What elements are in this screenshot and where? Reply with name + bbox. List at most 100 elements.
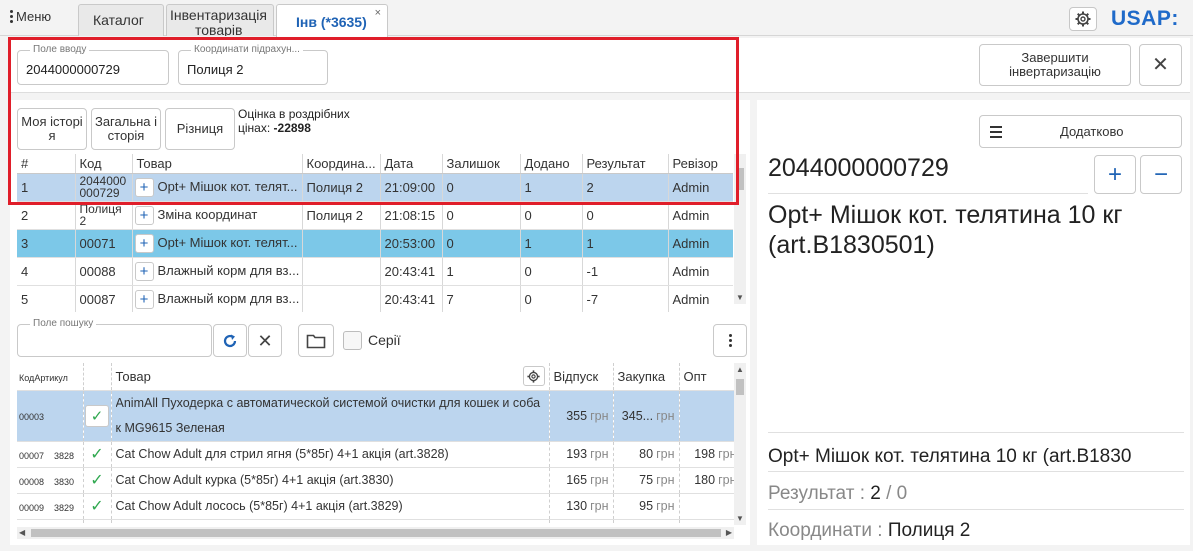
col-cat-purchase[interactable]: Закупка xyxy=(613,363,680,391)
row-auditor: Admin xyxy=(668,201,733,230)
search-label: Поле пошуку xyxy=(30,318,97,329)
result-label: Результат : xyxy=(768,483,871,504)
list-item[interactable]: 00007 3828 ✓ Cat Chow Adult для стрил ягня … xyxy=(17,441,734,468)
row-product: Влажный корм для вз... xyxy=(157,262,300,278)
col-cat-release[interactable]: Відпуск xyxy=(549,363,614,391)
catalog-hscroll-thumb[interactable] xyxy=(31,529,721,537)
folder-button[interactable] xyxy=(298,324,334,357)
history-header-row: # Код Товар Координа... Дата Залишок Дод… xyxy=(17,154,733,174)
history-scrollbar[interactable]: ▼ xyxy=(734,154,746,304)
more-button[interactable]: Додатково xyxy=(979,115,1182,148)
history-scroll-thumb[interactable] xyxy=(736,168,744,190)
coords-field[interactable]: Координати підрахун... Полиця 2 xyxy=(178,44,328,85)
menu-button[interactable]: Меню xyxy=(10,9,51,24)
general-history-button[interactable]: Загальна і сторія xyxy=(91,108,161,150)
tab-inventory[interactable]: Інвентаризація товарів xyxy=(166,4,274,36)
row-result: 0 xyxy=(582,201,669,230)
column-settings-button[interactable] xyxy=(522,366,545,386)
table-row[interactable]: 3 00071 + Opt+ Мішок кот. телят... 20:53:00 0… xyxy=(17,229,733,258)
scroll-left-icon[interactable]: ◀ xyxy=(19,528,25,537)
decrement-button[interactable]: − xyxy=(1140,155,1182,194)
row-cat-name-2: к MG9615 Зеленая xyxy=(115,420,225,435)
tab-inv-3635[interactable]: Інв (*3635) × xyxy=(276,4,388,37)
col-cat-product[interactable]: Товар xyxy=(116,369,151,384)
row-cat-article: 3828 xyxy=(54,450,75,461)
product-short: Opt+ Мішок кот. телятина 10 кг (art.B183… xyxy=(768,446,1132,467)
col-result[interactable]: Результат xyxy=(582,154,669,174)
col-auditor[interactable]: Ревізор xyxy=(668,154,733,174)
row-result: -7 xyxy=(582,285,669,312)
row-product: Влажный корм для вз... xyxy=(157,290,300,306)
increment-button[interactable]: + xyxy=(1094,155,1136,194)
list-item[interactable]: FELIX Fantastic (Фелікс Фантастік) 3 трі… xyxy=(17,519,734,525)
table-row[interactable]: 4 00088 + Влажный корм для вз... 20:43:41 1 0-… xyxy=(17,257,733,286)
row-num: 1 xyxy=(17,173,76,202)
search-field[interactable]: Поле пошуку xyxy=(17,318,212,357)
table-row[interactable]: 5 00087 + Влажный корм для вз... 20:43:41 7 0-… xyxy=(17,285,733,312)
row-opt: 198 xyxy=(694,447,716,461)
col-date[interactable]: Дата xyxy=(380,154,443,174)
table-row[interactable]: 1 2044000 000729 + Opt+ Мішок кот. телят... П… xyxy=(17,173,733,202)
series-checkbox[interactable] xyxy=(343,331,362,350)
add-plus-button[interactable]: + xyxy=(134,205,154,225)
kebab-icon xyxy=(728,334,732,347)
scroll-up-icon[interactable]: ▲ xyxy=(736,365,744,374)
col-code[interactable]: Код xyxy=(75,154,133,174)
list-item[interactable]: 00003 ✓ AnimAll Пуходерка с автоматической… xyxy=(17,390,734,442)
tab-inventory-label: Інвентаризація xyxy=(170,7,267,23)
row-added: 0 xyxy=(520,257,583,286)
row-date: 21:09:00 xyxy=(380,173,443,202)
col-cat-article[interactable]: Артикул xyxy=(34,373,68,383)
gear-icon xyxy=(527,369,540,383)
divider xyxy=(768,471,1184,472)
usap-logo: USAP: xyxy=(1111,7,1179,30)
row-code: Полиця xyxy=(79,202,122,216)
coords-value: Полиця 2 xyxy=(887,520,971,541)
plus-icon: + xyxy=(1107,160,1122,188)
scroll-right-icon[interactable]: ▶ xyxy=(726,528,732,537)
input-field[interactable]: Поле вводу 2044000000729 xyxy=(17,44,169,85)
add-plus-button[interactable]: + xyxy=(134,261,154,281)
check-icon[interactable]: ✓ xyxy=(85,404,109,427)
general-history-line2: сторія xyxy=(107,128,145,143)
tab-catalog[interactable]: Каталог xyxy=(78,4,164,36)
add-plus-button[interactable]: + xyxy=(134,177,154,197)
catalog-scrollbar[interactable]: ▲ ▼ xyxy=(734,363,746,525)
list-item[interactable]: 00009 3829 ✓ Cat Chow Adult лосось (5*85г) … xyxy=(17,493,734,520)
clear-search-button[interactable]: ✕ xyxy=(248,324,282,357)
my-history-button[interactable]: Моя історі я xyxy=(17,108,87,150)
catalog-hscrollbar[interactable]: ◀ ▶ xyxy=(17,527,734,539)
col-cat-code[interactable]: Код xyxy=(19,373,34,383)
finish-inventory-button[interactable]: Завершити інвертаризацію xyxy=(979,44,1131,86)
col-cat-opt[interactable]: Опт xyxy=(679,363,734,391)
col-added[interactable]: Додано xyxy=(520,154,583,174)
col-check xyxy=(83,363,112,391)
currency-label: грн xyxy=(656,447,675,461)
check-icon[interactable]: ✓ xyxy=(90,498,103,515)
check-icon[interactable]: ✓ xyxy=(90,446,103,463)
row-auditor: Admin xyxy=(668,257,733,286)
col-stock[interactable]: Залишок xyxy=(442,154,521,174)
add-plus-button[interactable]: + xyxy=(134,233,154,253)
scroll-down-icon[interactable]: ▼ xyxy=(736,293,744,302)
row-added: 1 xyxy=(520,173,583,202)
tab-close-icon[interactable]: × xyxy=(375,7,381,19)
close-button[interactable]: ✕ xyxy=(1139,44,1182,86)
scroll-down-icon[interactable]: ▼ xyxy=(736,514,744,523)
add-plus-button[interactable]: + xyxy=(134,289,154,309)
catalog-scroll-thumb[interactable] xyxy=(736,379,744,395)
table-row[interactable]: 2 Полиця 2 + Зміна координат Полиця 2 21:08:15… xyxy=(17,201,733,230)
row-cat-code: 00008 xyxy=(19,476,45,487)
refresh-button[interactable] xyxy=(213,324,247,357)
col-product[interactable]: Товар xyxy=(132,154,303,174)
col-coords[interactable]: Координа... xyxy=(302,154,381,174)
check-icon[interactable]: ✓ xyxy=(90,472,103,489)
col-num[interactable]: # xyxy=(17,154,76,174)
list-item[interactable]: 00008 3830 ✓ Cat Chow Adult курка (5*85г) 4… xyxy=(17,467,734,494)
retail-estimate: Оцінка в роздрібних цінах: -22898 xyxy=(238,107,350,135)
settings-button[interactable] xyxy=(1069,7,1097,31)
row-date: 20:43:41 xyxy=(380,285,443,312)
general-history-line1: Загальна і xyxy=(94,114,158,129)
difference-button[interactable]: Різниця xyxy=(165,108,235,150)
more-options-button[interactable] xyxy=(713,324,747,357)
